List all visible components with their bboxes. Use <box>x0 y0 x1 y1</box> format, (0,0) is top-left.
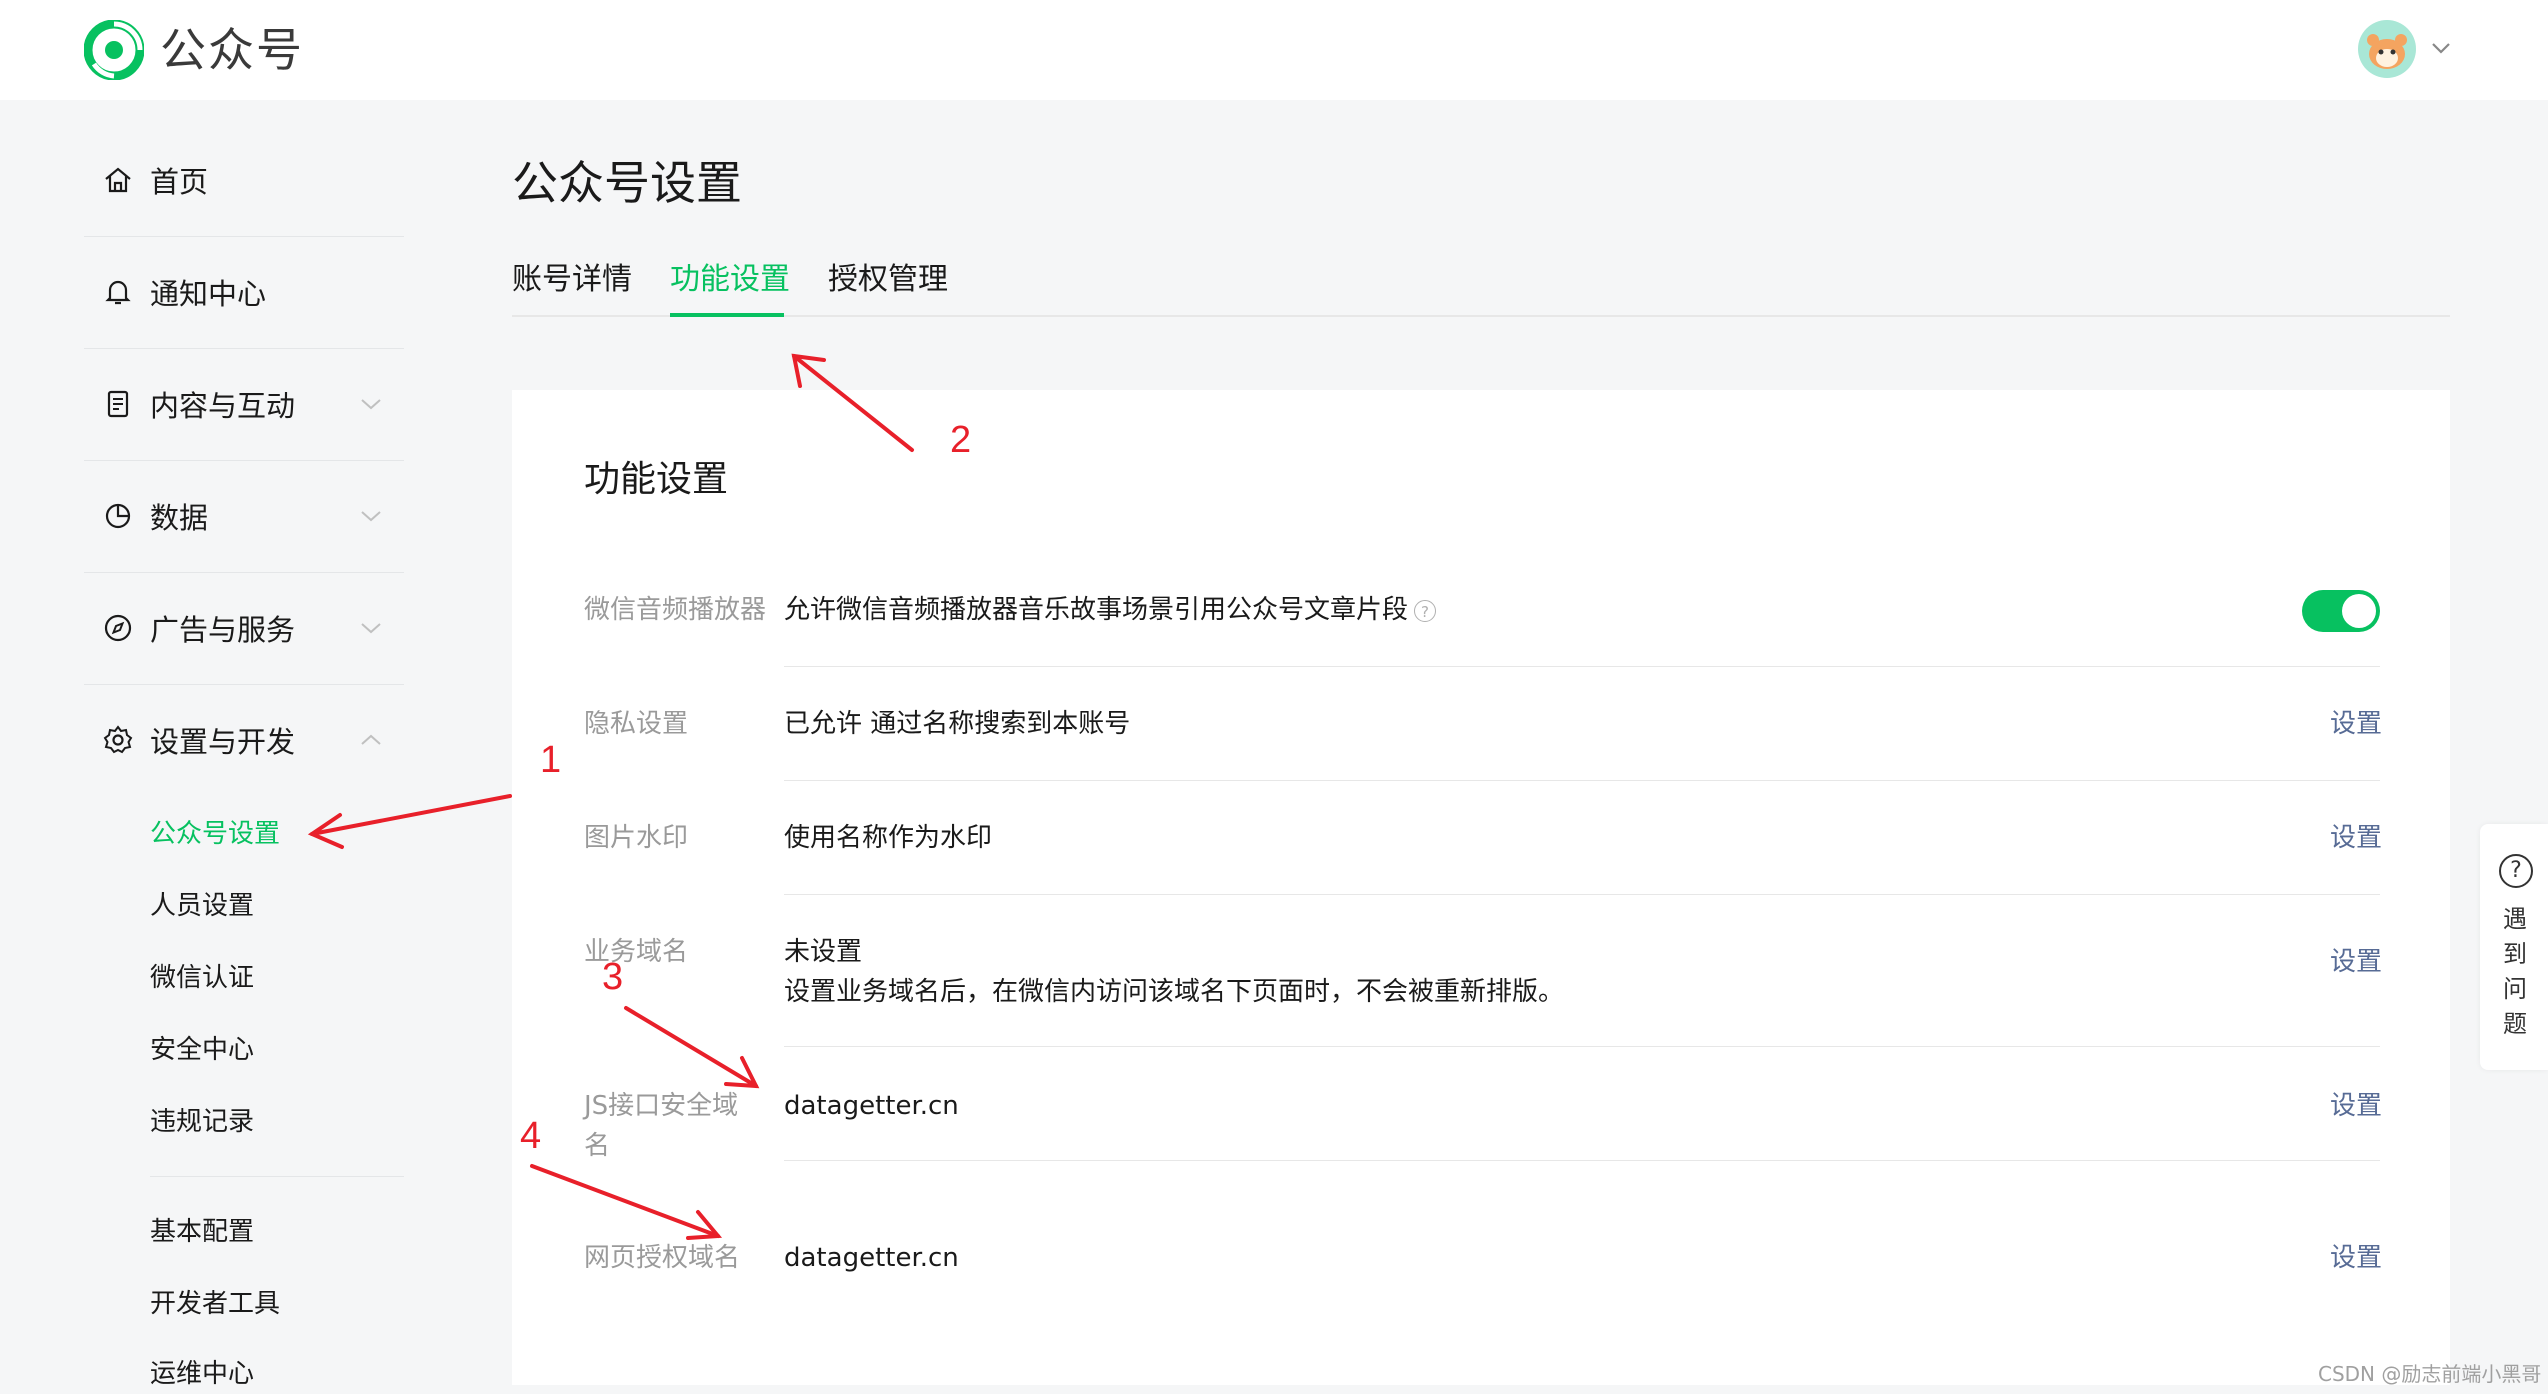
home-icon <box>105 167 131 193</box>
sidebar-item-label: 通知中心 <box>150 277 267 311</box>
help-float-button[interactable]: ? 遇到问题 <box>2480 824 2548 1070</box>
sidebar-item-content[interactable]: 内容与互动 <box>84 348 404 460</box>
audio-player-description: 允许微信音频播放器音乐故事场景引用公众号文章片段 <box>784 595 1409 625</box>
tab-account-details[interactable]: 账号详情 <box>512 255 632 315</box>
row-value-watermark: 使用名称作为水印 <box>784 823 993 853</box>
sidebar-item-home[interactable]: 首页 <box>84 124 404 236</box>
compass-icon <box>104 614 132 642</box>
chevron-down-icon <box>361 399 381 410</box>
row-label-audio-player: 微信音频播放器 <box>584 595 767 625</box>
business-domain-settings-link[interactable]: 设置 <box>2330 942 2382 982</box>
sidebar-item-label: 广告与服务 <box>150 613 296 647</box>
tab-bar: 账号详情 功能设置 授权管理 <box>512 255 2450 317</box>
sidebar-subitem-dev-tools[interactable]: 开发者工具 <box>150 1284 280 1324</box>
row-label-privacy: 隐私设置 <box>584 709 689 739</box>
page-title: 公众号设置 <box>512 156 742 210</box>
row-divider <box>784 780 2380 781</box>
pie-icon <box>105 503 131 529</box>
row-divider <box>784 666 2380 667</box>
js-domain-settings-link[interactable]: 设置 <box>2330 1086 2382 1126</box>
row-value-web-auth-domain: datagetter.cn <box>784 1243 959 1273</box>
row-value-audio-player: 允许微信音频播放器音乐故事场景引用公众号文章片段? <box>784 590 1437 630</box>
row-value-business-domain: 未设置 <box>784 937 863 967</box>
annotation-number-2: 2 <box>950 419 972 461</box>
tab-feature-settings[interactable]: 功能设置 <box>670 255 790 315</box>
annotation-arrowhead-1 <box>307 813 344 849</box>
hamster-avatar-icon <box>2367 34 2407 69</box>
chevron-down-icon[interactable] <box>2430 40 2452 56</box>
sidebar-item-label: 数据 <box>150 501 209 535</box>
top-bar: 公众号 <box>0 0 2548 100</box>
row-value-js-domain: datagetter.cn <box>784 1091 959 1121</box>
row-label-watermark: 图片水印 <box>584 823 689 853</box>
chevron-down-icon <box>361 511 381 522</box>
brand-title[interactable]: 公众号 <box>160 22 304 78</box>
web-auth-domain-settings-link[interactable]: 设置 <box>2330 1238 2382 1278</box>
chevron-down-icon <box>361 623 381 634</box>
divider <box>150 1176 404 1177</box>
row-value-privacy: 已允许 通过名称搜索到本账号 <box>784 709 1131 739</box>
annotation-arrowhead-2 <box>791 353 826 388</box>
sidebar-subitem-security-center[interactable]: 安全中心 <box>150 1030 254 1070</box>
feature-settings-card <box>512 390 2450 1385</box>
tab-authorization[interactable]: 授权管理 <box>828 255 948 315</box>
sidebar-subitem-basic-config[interactable]: 基本配置 <box>150 1212 254 1252</box>
wechat-official-logo-icon[interactable] <box>84 20 144 80</box>
sidebar-item-data[interactable]: 数据 <box>84 460 404 572</box>
audio-player-toggle[interactable] <box>2302 590 2380 632</box>
document-icon <box>107 390 129 418</box>
annotation-number-4: 4 <box>520 1115 542 1157</box>
sidebar-subitem-staff-settings[interactable]: 人员设置 <box>150 886 254 926</box>
avatar[interactable] <box>2358 20 2416 78</box>
question-icon: ? <box>2499 854 2533 888</box>
row-hint-business-domain: 设置业务域名后，在微信内访问该域名下页面时，不会被重新排版。 <box>784 977 1565 1007</box>
help-float-label: 遇到问题 <box>2503 905 2527 1038</box>
bell-icon <box>105 280 131 305</box>
row-label-business-domain: 业务域名 <box>584 937 689 967</box>
card-title: 功能设置 <box>584 459 729 500</box>
sidebar-item-ads[interactable]: 广告与服务 <box>84 572 404 684</box>
row-divider <box>784 1046 2380 1047</box>
sidebar-subitem-ops-center[interactable]: 运维中心 <box>150 1354 254 1394</box>
sidebar-subitem-wechat-verify[interactable]: 微信认证 <box>150 958 254 998</box>
watermark: CSDN @励志前端小黑哥 <box>2318 1362 2542 1386</box>
sidebar-item-notifications[interactable]: 通知中心 <box>84 236 404 348</box>
tab-divider <box>512 315 2450 317</box>
annotation-number-3: 3 <box>602 956 624 998</box>
sidebar-item-settings[interactable]: 设置与开发 <box>84 684 404 796</box>
row-divider <box>784 894 2380 895</box>
active-tab-indicator <box>670 313 784 317</box>
row-label-web-auth-domain: 网页授权域名 <box>584 1243 741 1273</box>
sidebar-item-label: 设置与开发 <box>150 725 296 759</box>
toggle-knob <box>2342 594 2376 628</box>
sidebar-subitem-violations[interactable]: 违规记录 <box>150 1102 254 1142</box>
sidebar-item-label: 内容与互动 <box>150 389 296 423</box>
row-label-js-domain: JS接口安全域名 <box>584 1091 739 1161</box>
privacy-settings-link[interactable]: 设置 <box>2330 704 2382 744</box>
sidebar-item-label: 首页 <box>150 165 209 199</box>
help-question-icon[interactable]: ? <box>1414 599 1437 622</box>
chevron-up-icon <box>361 734 381 745</box>
row-divider <box>784 1160 2380 1161</box>
annotation-number-1: 1 <box>540 739 562 781</box>
watermark-settings-link[interactable]: 设置 <box>2330 818 2382 858</box>
gear-icon <box>103 725 133 754</box>
sidebar-subitem-account-settings[interactable]: 公众号设置 <box>150 814 280 854</box>
annotation-arrow-1 <box>310 794 512 836</box>
